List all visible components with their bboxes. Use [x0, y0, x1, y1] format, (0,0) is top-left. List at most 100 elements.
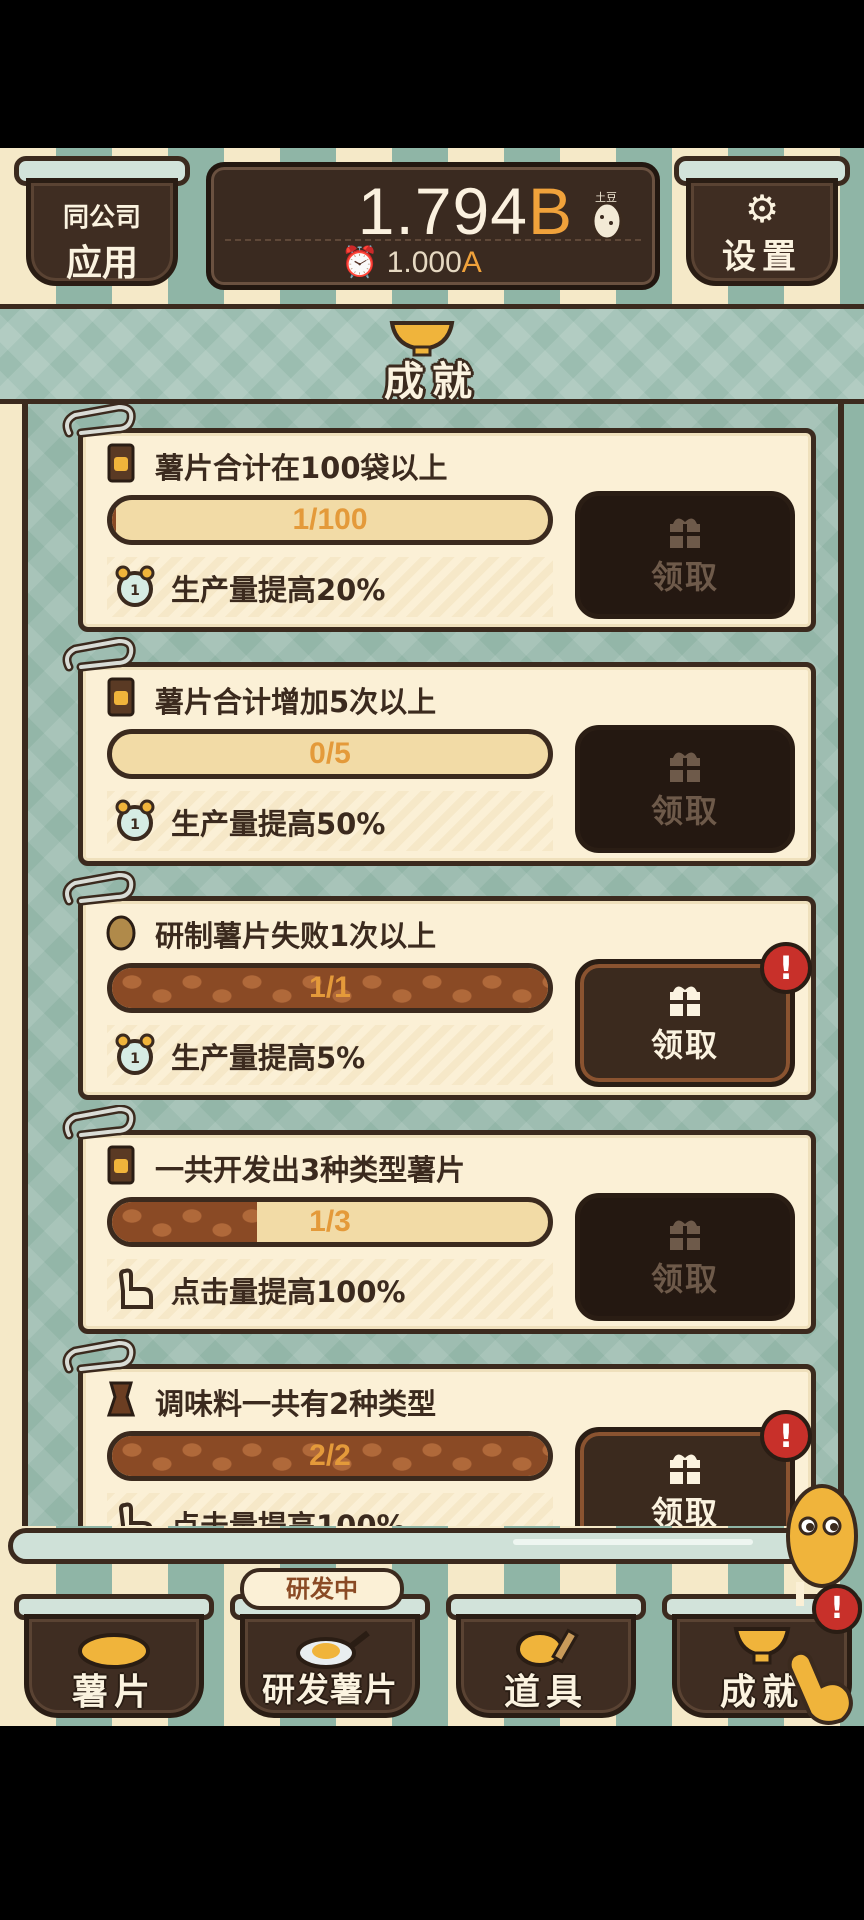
production-rate: ⏰ 1.000A [341, 246, 482, 279]
reward-row: 1 生产量提高50% [107, 791, 553, 851]
settings-label: 设置 [722, 237, 802, 277]
gear-icon: ⚙ [744, 187, 780, 231]
paperclip-icon [62, 637, 136, 672]
reward-text: 生产量提高20% [171, 573, 386, 607]
gift-icon [670, 1454, 700, 1484]
progress-text: 1/1 [309, 971, 351, 1004]
reward-text: 生产量提高5% [171, 1041, 366, 1075]
claim-label: 领取 [650, 792, 719, 830]
progress-text: 1/100 [292, 503, 368, 536]
alarm-clock-icon: 1 [115, 565, 155, 607]
achievement-card: 一共开发出3种类型薯片 1/3 点击量提高100% 领取 [62, 1105, 816, 1334]
claim-button[interactable]: 领取! [575, 1410, 812, 1526]
achievement-card: 薯片合计在100袋以上 1/100 1 生产量提高20% 领取 [62, 404, 816, 632]
paperclip-icon [62, 1339, 136, 1374]
achievement-list[interactable]: 薯片合计在100袋以上 1/100 1 生产量提高20% 领取 薯片合计增加5次以上 0/5… [22, 404, 844, 1526]
achievement-title: 调味料一共有2种类型 [155, 1387, 437, 1421]
achievement-card: 薯片合计增加5次以上 0/5 1 生产量提高50% 领取 [62, 637, 816, 866]
tap-hand-icon [118, 1268, 153, 1309]
achievement-title: 薯片合计增加5次以上 [155, 685, 437, 719]
pointing-hand-icon [787, 1650, 853, 1725]
progress-bar: 1/100 [107, 495, 553, 545]
rate-value: 1.000 [386, 246, 462, 279]
progress-text: 0/5 [309, 737, 351, 770]
reward-text: 生产量提高50% [171, 807, 386, 841]
settings-button[interactable]: ⚙ 设置 [674, 156, 850, 286]
nav-items-button[interactable]: 道具 [446, 1594, 646, 1718]
paperclip-icon [62, 1105, 136, 1140]
chip-bag-icon [107, 443, 135, 483]
svg-text:1: 1 [130, 1051, 140, 1067]
reward-row: 1 生产量提高20% [107, 557, 553, 617]
claim-label: 领取 [650, 1260, 719, 1298]
progress-bar: 1/1 [107, 963, 553, 1013]
reward-row: 点击量提高100% [107, 1259, 553, 1319]
progress-text: 2/2 [309, 1439, 351, 1472]
achievement-card: 调味料一共有2种类型 2/2 点击量提高100% 领取! [62, 1339, 816, 1526]
claim-label: 领取 [650, 1494, 719, 1526]
paperclip-icon [62, 871, 136, 906]
potato-amount-value: 1.794 [357, 174, 528, 248]
achievement-card: 研制薯片失败1次以上 1/1 1 生产量提高5% 领取! [62, 871, 816, 1100]
page-title: 成就 [384, 359, 480, 405]
reward-row: 点击量提高100% [107, 1493, 553, 1526]
button-body: 同公司 应用 [26, 178, 178, 286]
reward-text: 点击量提高100% [171, 1275, 406, 1309]
claim-button[interactable]: 领取 [575, 491, 795, 619]
potato-counter: 1.794B 土豆 ⏰ 1.000A [206, 162, 660, 290]
claim-button[interactable]: 领取! [575, 942, 812, 1087]
potato-currency-icon: 土豆 [591, 191, 623, 241]
achievement-title: 薯片合计在100袋以上 [155, 451, 448, 485]
progress-bar: 2/2 [107, 1431, 553, 1481]
claim-button[interactable]: 领取 [575, 1193, 795, 1321]
counter-divider [225, 239, 641, 241]
gift-icon [670, 986, 700, 1016]
achievement-title: 一共开发出3种类型薯片 [155, 1153, 466, 1187]
company-apps-button[interactable]: 同公司 应用 [14, 156, 190, 286]
button-body: 研发薯片 [240, 1614, 420, 1718]
seasoning-icon [106, 1381, 136, 1417]
research-in-progress-badge: 研发中 [240, 1568, 404, 1610]
gift-icon [670, 1220, 700, 1250]
chip-bag-icon [107, 1145, 135, 1185]
progress-text: 1/3 [309, 1205, 351, 1238]
chip-bag-icon [107, 677, 135, 717]
progress-bar: 0/5 [107, 729, 553, 779]
claim-alert-badge: ! [760, 1410, 812, 1462]
svg-text:1: 1 [130, 817, 140, 833]
alarm-clock-icon: 1 [115, 1033, 155, 1075]
game-screen: 同公司 应用 1.794B 土豆 ⏰ 1.000A ⚙ 设置 成就 薯片合计在1… [0, 148, 864, 1726]
progress-bar: 1/3 [107, 1197, 553, 1247]
reward-text: 点击量提高100% [171, 1509, 406, 1526]
button-body: 道具 [456, 1614, 636, 1718]
achievements-header: 成就 [0, 304, 864, 405]
rate-unit: A [461, 246, 482, 279]
nav-items-label: 道具 [503, 1672, 588, 1713]
svg-text:1: 1 [130, 583, 140, 599]
alarm-clock-icon: 1 [115, 799, 155, 841]
scrollbar[interactable] [8, 1528, 856, 1564]
nav-research-button[interactable]: 研发薯片 [230, 1594, 430, 1718]
company-apps-label-line2: 应用 [65, 243, 138, 284]
potato-icon [106, 915, 136, 951]
claim-label: 领取 [650, 1026, 719, 1064]
achievement-title: 研制薯片失败1次以上 [155, 919, 437, 953]
gift-icon [670, 518, 700, 548]
button-body: 薯片 [24, 1614, 204, 1718]
claim-alert-badge: ! [760, 942, 812, 994]
nav-chips-button[interactable]: 薯片 [14, 1594, 214, 1718]
gift-icon [670, 752, 700, 782]
top-bar: 同公司 应用 1.794B 土豆 ⏰ 1.000A ⚙ 设置 [0, 148, 864, 298]
claim-button[interactable]: 领取 [575, 725, 795, 853]
nav-chips-label: 薯片 [71, 1672, 156, 1713]
button-body: ⚙ 设置 [686, 178, 838, 286]
scrollbar-highlight [513, 1539, 753, 1545]
achievements-alert-badge: ! [812, 1584, 862, 1634]
currency-label: 土豆 [595, 191, 617, 204]
claim-label: 领取 [650, 558, 719, 596]
potato-amount-unit: B [527, 174, 573, 248]
reward-row: 1 生产量提高5% [107, 1025, 553, 1085]
nav-research-label: 研发薯片 [262, 1670, 398, 1709]
potato-amount: 1.794B [358, 173, 573, 249]
tap-hand-icon [118, 1502, 153, 1526]
